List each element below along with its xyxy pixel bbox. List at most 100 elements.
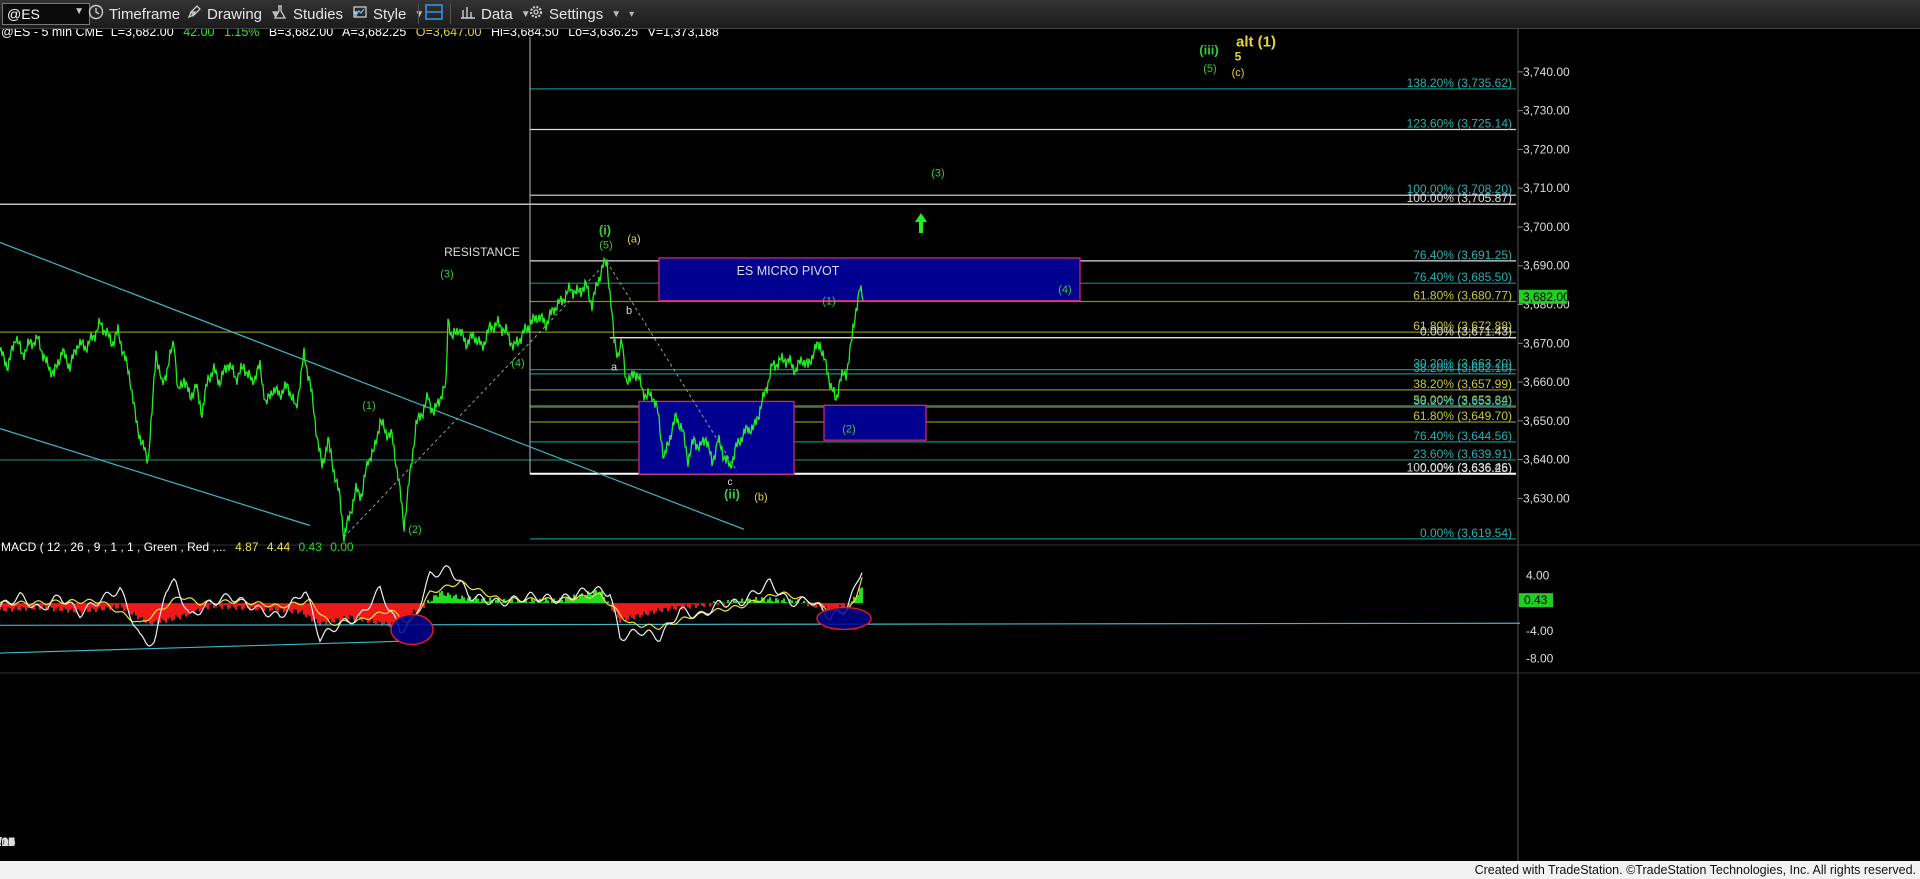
fib-label: 0.00% (3,619.54) bbox=[1420, 526, 1512, 540]
wave-label: (1) bbox=[362, 400, 375, 412]
chart-window-button[interactable] bbox=[424, 4, 449, 24]
y-tick-label: 3,720.00 bbox=[1523, 142, 1570, 156]
macd-value-2: 4.44 bbox=[267, 540, 291, 554]
wave-label: (2) bbox=[842, 423, 855, 435]
footer: Created with TradeStation. ©TradeStation… bbox=[0, 861, 1920, 879]
divergence-ellipse bbox=[390, 613, 434, 646]
fib-label: 123.60% (3,725.14) bbox=[1407, 117, 1512, 131]
wave-label: (4) bbox=[1058, 284, 1071, 296]
x-tick-label: 09:00 bbox=[0, 835, 15, 849]
support-box bbox=[823, 404, 927, 441]
last-price: L=3,682.00 bbox=[111, 29, 174, 39]
caret-down-icon: ▼ bbox=[611, 8, 622, 20]
fib-label: 0.00% (3,671.43) bbox=[1420, 325, 1512, 339]
flask-icon bbox=[272, 4, 288, 24]
y-tick-label: 3,650.00 bbox=[1523, 414, 1570, 428]
toolbar-divider bbox=[418, 4, 419, 24]
fib-label: 61.80% (3,649.70) bbox=[1413, 409, 1512, 423]
bid-price: B=3,682.00 bbox=[269, 29, 333, 39]
y-tick-label: 3,740.00 bbox=[1523, 65, 1570, 79]
macd-value-4: 0.00 bbox=[330, 540, 354, 554]
chart-window-icon bbox=[424, 3, 444, 25]
caret-down-icon: ▼ bbox=[414, 8, 425, 20]
wave-label: (3) bbox=[440, 268, 453, 280]
wave-label: a bbox=[611, 361, 618, 373]
macd-value-1: 4.87 bbox=[235, 540, 259, 554]
wave-label: (ii) bbox=[724, 486, 740, 501]
ask-price: A=3,682.25 bbox=[342, 29, 406, 39]
volume: V=1,373,188 bbox=[648, 29, 719, 39]
fib-label: 61.80% (3,680.77) bbox=[1413, 289, 1512, 303]
y-tick-label: 3,630.00 bbox=[1523, 491, 1570, 505]
fib-label: 76.40% (3,644.56) bbox=[1413, 429, 1512, 443]
settings-label: Settings bbox=[549, 5, 604, 23]
pencil-icon bbox=[186, 4, 202, 24]
open-price: O=3,647.00 bbox=[416, 29, 482, 39]
y-tick-label: 3,700.00 bbox=[1523, 220, 1570, 234]
wave-label: (c) bbox=[1232, 67, 1245, 79]
drawing-label: Drawing bbox=[207, 5, 263, 23]
clock-icon bbox=[88, 4, 104, 24]
fib-label: 38.20% (3,653.52) bbox=[1413, 394, 1512, 408]
macd-tick-label: 4.00 bbox=[1526, 568, 1550, 582]
pct-change: 1.15% bbox=[224, 29, 259, 39]
wave-label: 5 bbox=[1235, 49, 1242, 63]
symbol-text: @ES bbox=[7, 6, 40, 22]
data-menu[interactable]: Data ▼ bbox=[460, 4, 531, 24]
macd-tick-label: -8.00 bbox=[1526, 652, 1554, 666]
high-price: Hi=3,684.50 bbox=[491, 29, 559, 39]
timeframe-menu[interactable]: Timeframe ▼ bbox=[88, 4, 198, 24]
fib-label: 23.60% (3,639.91) bbox=[1413, 447, 1512, 461]
low-price: Lo=3,636.25 bbox=[568, 29, 638, 39]
wave-label: (i) bbox=[599, 223, 611, 238]
fib-label: 76.40% (3,685.50) bbox=[1413, 270, 1512, 284]
wave-label: b bbox=[626, 305, 632, 317]
y-tick-label: 3,710.00 bbox=[1523, 181, 1570, 195]
micro-pivot-box bbox=[658, 257, 1081, 302]
time-axis: 21:0012/1003:0006:0009:0012:0015:0021:00… bbox=[0, 835, 15, 849]
wave-label: (4) bbox=[511, 358, 524, 370]
fib-label: 76.40% (3,691.25) bbox=[1413, 248, 1512, 262]
wave-label: RESISTANCE bbox=[444, 245, 520, 259]
overflow-icon[interactable]: ▾ bbox=[629, 9, 634, 20]
fib-label: 100.00% (3,705.87) bbox=[1407, 191, 1512, 205]
wave-label: (3) bbox=[931, 168, 944, 180]
y-tick-label: 3,670.00 bbox=[1523, 336, 1570, 350]
fib-label: 138.20% (3,735.62) bbox=[1407, 76, 1512, 90]
y-tick-label: 3,640.00 bbox=[1523, 453, 1570, 467]
macd-value-3: 0.43 bbox=[299, 540, 323, 554]
wave-label: (a) bbox=[627, 233, 640, 245]
wave-label: (5) bbox=[599, 239, 612, 251]
chevron-down-icon[interactable]: ▼ bbox=[74, 6, 84, 17]
timeframe-label: Timeframe bbox=[109, 5, 181, 23]
studies-menu[interactable]: Studies ▼ bbox=[272, 4, 361, 24]
wave-label: (5) bbox=[1203, 63, 1216, 75]
y-tick-label: 3,730.00 bbox=[1523, 104, 1570, 118]
style-menu[interactable]: Style ▼ bbox=[352, 4, 424, 24]
macd-header: MACD ( 12 , 26 , 9 , 1 , 1 , Green , Red… bbox=[1, 540, 354, 554]
gear-icon bbox=[528, 4, 544, 24]
wave-label: (b) bbox=[754, 491, 767, 503]
toolbar: @ES ▼ Timeframe ▼ Drawing ▼ Studies ▼ Style… bbox=[0, 0, 1920, 29]
y-tick-label: 3,690.00 bbox=[1523, 259, 1570, 273]
fib-label: 38.20% (3,657.99) bbox=[1413, 377, 1512, 391]
macd-current-label: 0.43 bbox=[1524, 593, 1548, 607]
macd-label: MACD ( 12 , 26 , 9 , 1 , 1 , Green , Red… bbox=[1, 540, 226, 554]
current-price-label: 3,682.00 bbox=[1523, 290, 1570, 304]
micro-pivot-label: ES MICRO PIVOT bbox=[737, 264, 840, 278]
style-icon bbox=[352, 4, 368, 24]
price-chart[interactable]: 138.20% (3,735.62) 123.60% (3,725.14) 100.… bbox=[0, 29, 1920, 861]
macd-tick-label: -4.00 bbox=[1526, 624, 1554, 638]
drawing-menu[interactable]: Drawing ▼ bbox=[186, 4, 280, 24]
settings-menu[interactable]: Settings ▼ ▾ bbox=[528, 4, 634, 24]
wave-label: (1) bbox=[822, 296, 835, 308]
fib-label: 38.20% (3,662.10) bbox=[1413, 361, 1512, 375]
symbol-selector[interactable]: @ES ▼ bbox=[2, 3, 90, 25]
footer-credit: Created with TradeStation. ©TradeStation… bbox=[1474, 863, 1916, 877]
bar-data-icon bbox=[460, 4, 476, 24]
symbol-line: @ES - 5 min CME bbox=[1, 29, 103, 39]
wave-label: (2) bbox=[408, 524, 421, 536]
data-label: Data bbox=[481, 5, 513, 23]
studies-label: Studies bbox=[293, 5, 344, 23]
support-box bbox=[638, 400, 795, 475]
